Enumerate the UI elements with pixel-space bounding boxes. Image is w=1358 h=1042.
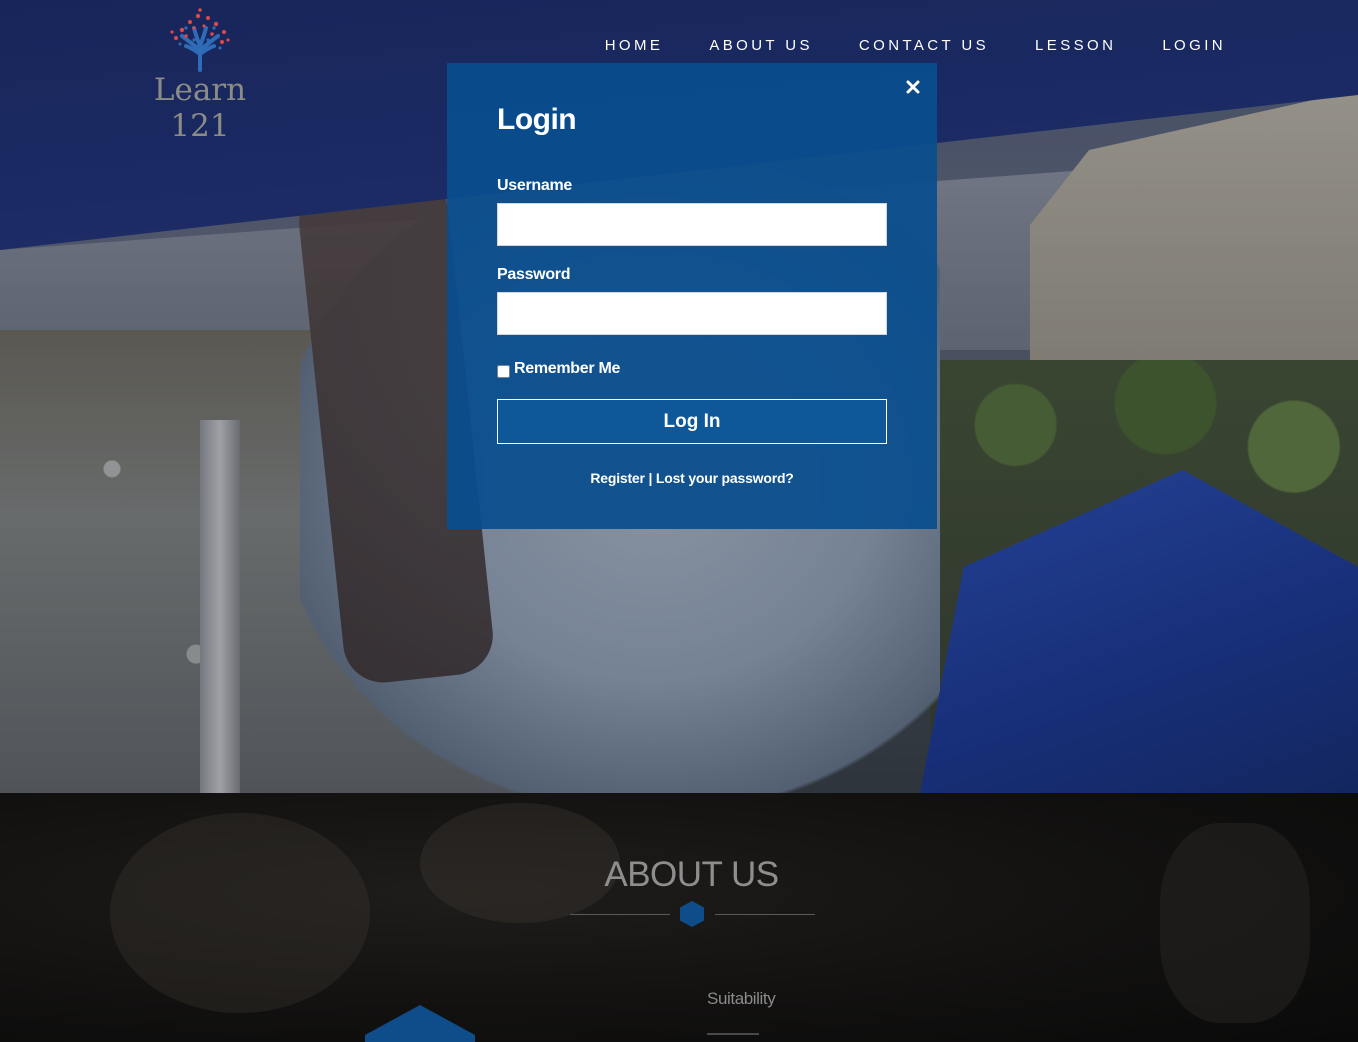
password-input[interactable] <box>497 292 887 335</box>
register-link[interactable]: Register <box>590 470 645 486</box>
nav-contact-us[interactable]: CONTACT US <box>859 37 989 54</box>
logo-number: 121 <box>170 108 230 144</box>
tree-logo-icon <box>170 8 230 72</box>
about-section: ABOUT US Suitability <box>0 793 1358 1042</box>
site-logo[interactable]: Learn 121 <box>150 6 250 144</box>
main-nav: HOME ABOUT US CONTACT US LESSON LOGIN <box>605 37 1226 54</box>
password-label: Password <box>497 266 571 283</box>
logo-word: Learn <box>153 72 247 108</box>
close-icon[interactable] <box>903 77 923 97</box>
background-blur <box>1160 823 1310 1023</box>
remember-me-checkbox[interactable] <box>497 364 510 378</box>
nav-login[interactable]: LOGIN <box>1162 37 1226 54</box>
login-modal: Login Username Password Remember Me Log … <box>447 63 937 529</box>
username-input[interactable] <box>497 203 887 246</box>
nav-about-us[interactable]: ABOUT US <box>709 37 813 54</box>
suitability-underline <box>707 1033 759 1035</box>
login-title: Login <box>497 103 577 136</box>
remember-me-row: Remember Me <box>497 360 887 378</box>
log-in-button[interactable]: Log In <box>497 399 887 444</box>
nav-lesson[interactable]: LESSON <box>1035 37 1116 54</box>
hexagon-divider-icon <box>680 901 704 927</box>
modal-links: Register | Lost your password? <box>497 470 887 486</box>
link-separator: | <box>644 470 656 486</box>
divider-line-left <box>570 914 670 915</box>
about-title: ABOUT US <box>604 855 779 894</box>
background-blur <box>110 813 370 1013</box>
suitability-heading: Suitability <box>707 989 776 1008</box>
username-label: Username <box>497 177 572 194</box>
divider-line-right <box>715 914 815 915</box>
hexagon-decoration-icon <box>365 1005 475 1042</box>
nav-home[interactable]: HOME <box>605 37 664 54</box>
remember-me-label[interactable]: Remember Me <box>514 360 620 378</box>
lost-password-link[interactable]: Lost your password? <box>656 470 794 486</box>
